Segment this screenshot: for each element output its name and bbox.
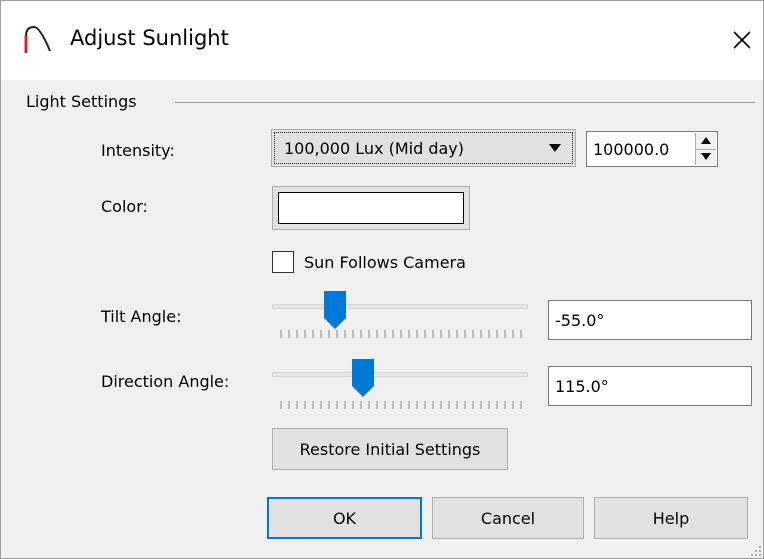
title-bar: Adjust Sunlight bbox=[0, 0, 764, 80]
group-label-light-settings: Light Settings bbox=[26, 92, 137, 111]
spinner-up-button[interactable] bbox=[696, 133, 716, 150]
direction-angle-value: 115.0° bbox=[555, 377, 609, 396]
resize-grip-icon[interactable] bbox=[750, 545, 762, 557]
intensity-value: 100000.0 bbox=[593, 140, 670, 159]
direction-angle-label: Direction Angle: bbox=[101, 372, 230, 391]
direction-slider-ticks bbox=[280, 401, 522, 409]
tilt-angle-label: Tilt Angle: bbox=[101, 307, 182, 326]
cancel-button[interactable]: Cancel bbox=[432, 497, 584, 539]
color-label: Color: bbox=[101, 197, 148, 216]
arrow-up-icon bbox=[701, 137, 711, 144]
spinner-buttons bbox=[695, 133, 716, 165]
direction-angle-field[interactable]: 115.0° bbox=[548, 366, 752, 406]
help-button[interactable]: Help bbox=[594, 497, 748, 539]
color-swatch-button[interactable] bbox=[272, 186, 470, 230]
dropdown-arrow-icon bbox=[549, 144, 561, 152]
intensity-spinner[interactable]: 100000.0 bbox=[586, 131, 718, 167]
restore-initial-settings-button[interactable]: Restore Initial Settings bbox=[272, 428, 508, 470]
tilt-angle-field[interactable]: -55.0° bbox=[548, 300, 752, 340]
tilt-slider-thumb[interactable] bbox=[323, 290, 347, 330]
intensity-label: Intensity: bbox=[101, 141, 175, 160]
arc-icon bbox=[24, 25, 51, 53]
ok-button[interactable]: OK bbox=[267, 497, 422, 539]
sun-follows-camera-label[interactable]: Sun Follows Camera bbox=[304, 253, 466, 272]
tilt-slider-track[interactable] bbox=[272, 304, 528, 309]
arrow-down-icon bbox=[701, 153, 711, 160]
group-divider bbox=[175, 102, 755, 103]
sun-follows-camera-checkbox[interactable] bbox=[272, 251, 294, 273]
intensity-dropdown[interactable]: 100,000 Lux (Mid day) bbox=[271, 129, 576, 167]
close-icon[interactable] bbox=[724, 22, 758, 56]
color-swatch bbox=[278, 192, 464, 224]
direction-slider-track[interactable] bbox=[272, 372, 528, 377]
spinner-down-button[interactable] bbox=[696, 149, 716, 165]
window-title: Adjust Sunlight bbox=[70, 26, 229, 50]
intensity-selected-value: 100,000 Lux (Mid day) bbox=[284, 139, 464, 158]
direction-slider-thumb[interactable] bbox=[351, 358, 375, 398]
tilt-angle-value: -55.0° bbox=[555, 311, 605, 330]
window-frame bbox=[0, 0, 764, 559]
tilt-slider-ticks bbox=[280, 330, 522, 338]
